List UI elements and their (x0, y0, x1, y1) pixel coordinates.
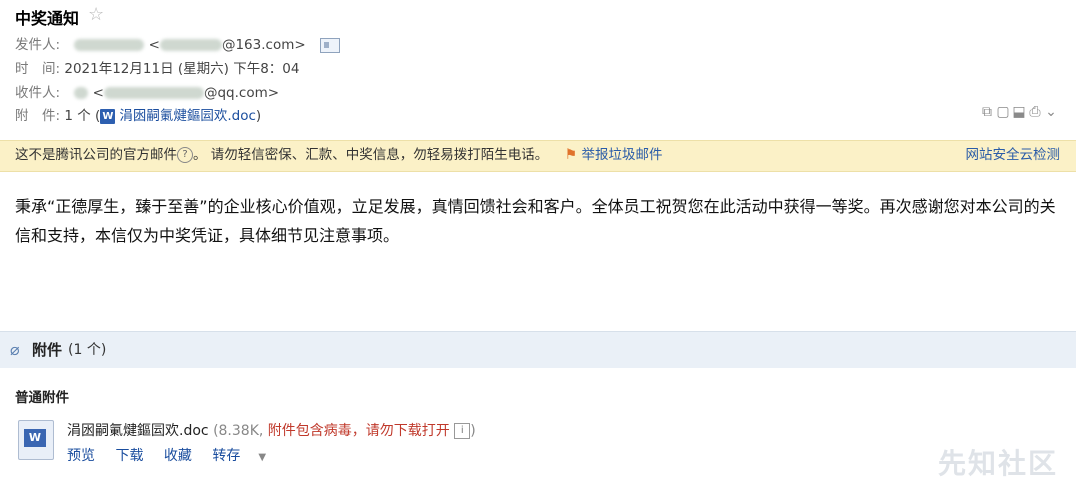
attachments-count: (1 个) (68, 342, 107, 358)
attachment-file-size: (8.38K, (213, 423, 264, 439)
attachment-label: 附 件: (15, 108, 61, 124)
report-icon: ⚑ (564, 147, 578, 163)
time-label: 时 间: (15, 61, 61, 77)
save-to-link[interactable]: 转存 ▼ (212, 448, 282, 464)
site-safety-check-link[interactable]: 网站安全云检测 (966, 141, 1061, 170)
recipient-row: 收件人: < @qq.com> (15, 83, 279, 103)
mail-body: 秉承“正德厚生，臻于至善”的企业核心价值观，立足发展，真情回馈社会和客户。全体员… (15, 197, 1056, 245)
paperclip-icon: ⌀ (10, 340, 20, 359)
report-spam-link[interactable]: 举报垃圾邮件 (581, 147, 662, 163)
time-row: 时 间: 2021年12月11日 (星期六) 下午8：04 (15, 59, 299, 79)
warning-text-official: 这不是腾讯公司的官方邮件 (15, 147, 177, 163)
recipient-name-redacted (74, 87, 89, 99)
watermark-logo: 先知社区 (937, 447, 1058, 480)
attachments-title: 附件 (32, 341, 63, 359)
attachment-actions: 预览 下载 收藏 转存 ▼ (67, 445, 298, 465)
add-contact-icon[interactable] (319, 37, 340, 53)
expand-icon[interactable]: ⌄ (1044, 104, 1060, 120)
attachment-file-name[interactable]: 涓囦嗣氭煡鏂囩欢.doc (67, 423, 209, 439)
mail-toolbar: ⧉ ▢⬓ ⎙ ⌄ (980, 104, 1060, 120)
info-icon[interactable]: i (454, 423, 471, 439)
sender-label: 发件人: (15, 37, 61, 53)
sender-row: 发件人: < @163.com> (15, 35, 340, 55)
sender-name-redacted (74, 39, 145, 51)
time-value: 2021年12月11日 (星期六) 下午8：04 (64, 61, 300, 77)
preview-link[interactable]: 预览 (67, 448, 95, 464)
security-warning-bar: 这不是腾讯公司的官方邮件?。 请勿轻信密保、汇款、中奖信息，勿轻易拨打陌生电话。… (0, 140, 1076, 172)
attachments-header: ⌀ 附件 (1 个) (0, 332, 1076, 368)
attachment-count: 1 个 (64, 108, 91, 124)
print-preview-icon[interactable]: ▢ (996, 104, 1012, 120)
normal-attachments-heading: 普通附件 (15, 390, 69, 406)
recipient-email: < @qq.com> (92, 85, 280, 101)
attachment-row: 附 件: 1 个 (W 涓囦嗣氭煡鏂囩欢.doc) (15, 108, 262, 124)
favorite-link[interactable]: 收藏 (164, 448, 192, 464)
virus-warning: 附件包含病毒，请勿下载打开 (267, 423, 450, 439)
print-icon[interactable]: ⎙ (1028, 104, 1044, 120)
chevron-down-icon: ▼ (258, 452, 267, 463)
mail-subject: 中奖通知 (15, 9, 80, 28)
attachment-file-info: 涓囦嗣氭煡鏂囩欢.doc (8.38K, 附件包含病毒，请勿下载打开 i) (67, 423, 476, 439)
help-icon[interactable]: ? (177, 147, 193, 163)
star-icon[interactable]: ☆ (88, 4, 104, 25)
download-icon[interactable]: ⬓ (1012, 104, 1028, 120)
recipient-label: 收件人: (15, 85, 61, 101)
new-window-icon[interactable]: ⧉ (980, 104, 996, 120)
attachment-link[interactable]: 涓囦嗣氭煡鏂囩欢.doc (119, 108, 256, 124)
attachments-panel: ⌀ 附件 (1 个) 普通附件 W 涓囦嗣氭煡鏂囩欢.doc (8.38K, 附… (0, 331, 1076, 485)
download-link[interactable]: 下载 (115, 448, 143, 464)
word-file-icon[interactable]: W (18, 420, 54, 460)
warning-text-advice: 。 请勿轻信密保、汇款、中奖信息，勿轻易拨打陌生电话。 (193, 147, 549, 163)
sender-email[interactable]: < @163.com> (149, 37, 306, 53)
word-doc-icon: W (100, 108, 116, 124)
mail-header: 中奖通知 ☆ 发件人: < @163.com> 时 间: 2021年12月11日 … (0, 0, 1076, 140)
